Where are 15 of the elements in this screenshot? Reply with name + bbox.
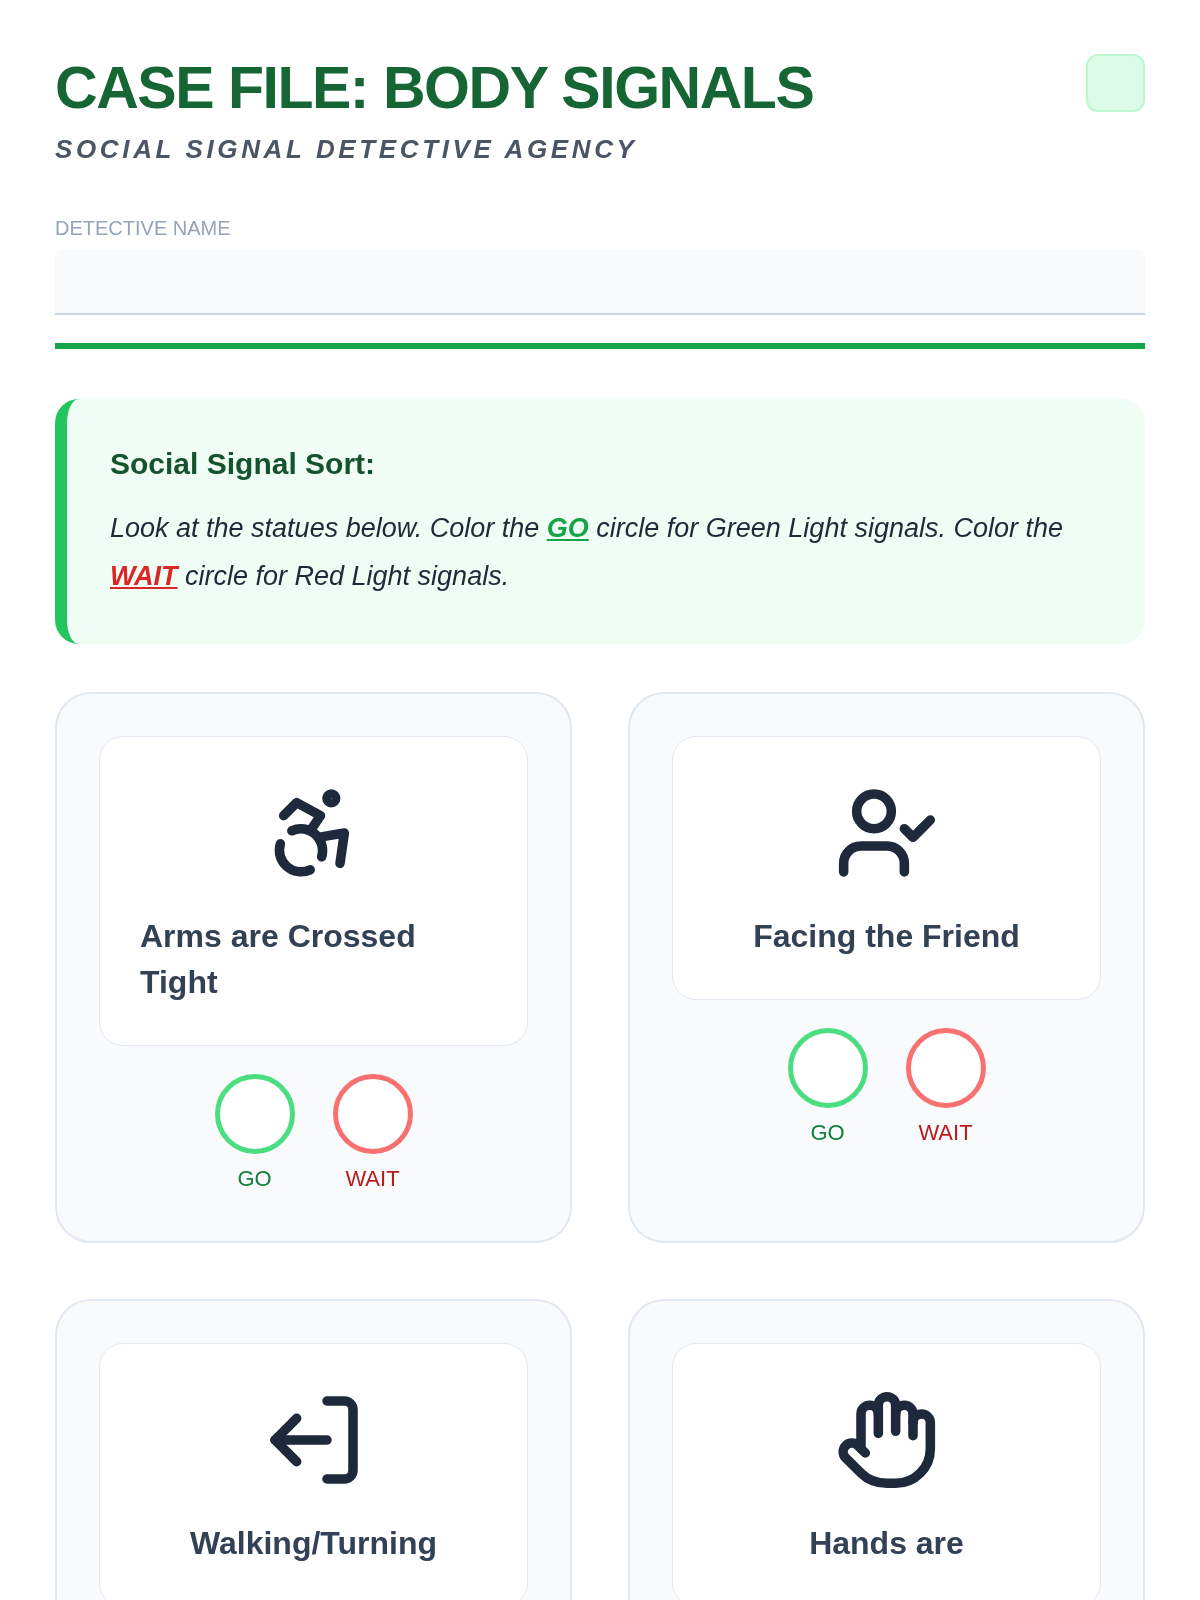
instructions-text: Look at the statues below. Color the GO circle for Green Light signals. Color the WAIT circle for Red Light signals. (110, 511, 1064, 593)
signal-label: Facing the Friend (753, 916, 1020, 956)
field-label: DETECTIVE NAME (55, 215, 232, 241)
answer-label: GO (810, 1118, 845, 1147)
signal-label: Hands are (809, 1523, 964, 1563)
signal-label: Walking/Turning (189, 1523, 438, 1563)
answer-label: WAIT (345, 1164, 400, 1193)
header-tile[interactable] (1086, 54, 1145, 112)
page-subtitle: SOCIAL SIGNAL DETECTIVE AGENCY (55, 132, 639, 166)
answer-label: GO (237, 1164, 272, 1193)
signal-label: Arms are Crossed Tight (140, 916, 417, 1002)
instructions-heading: Social Signal Sort: (110, 445, 377, 482)
answer-label: WAIT (918, 1118, 973, 1147)
name-field[interactable] (55, 248, 1145, 315)
page-title: CASE FILE: BODY SIGNALS (55, 54, 814, 123)
